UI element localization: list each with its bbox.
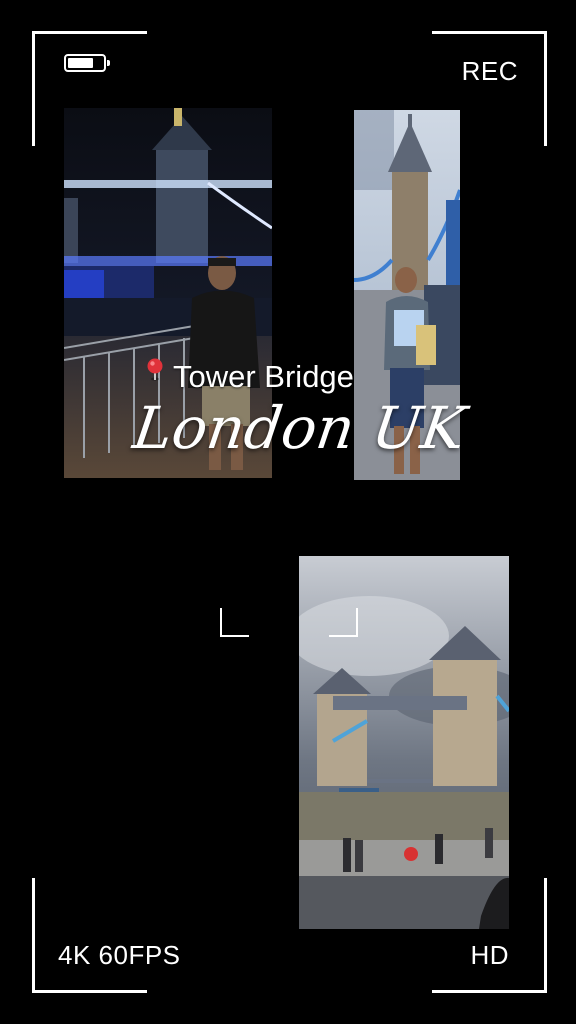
place-name: Tower Bridge (173, 359, 354, 394)
location-pin-icon (146, 358, 164, 382)
focus-bracket-left (220, 608, 249, 637)
viewfinder-corner-bottom-left (32, 878, 147, 993)
focus-bracket-right (329, 608, 358, 637)
resolution-label: 4K 60FPS (58, 940, 181, 970)
battery-icon (64, 54, 110, 72)
quality-label: HD (470, 940, 509, 970)
rec-indicator: REC (461, 56, 518, 86)
city-name: London UK (129, 394, 470, 462)
battery-level-fill (68, 58, 93, 68)
